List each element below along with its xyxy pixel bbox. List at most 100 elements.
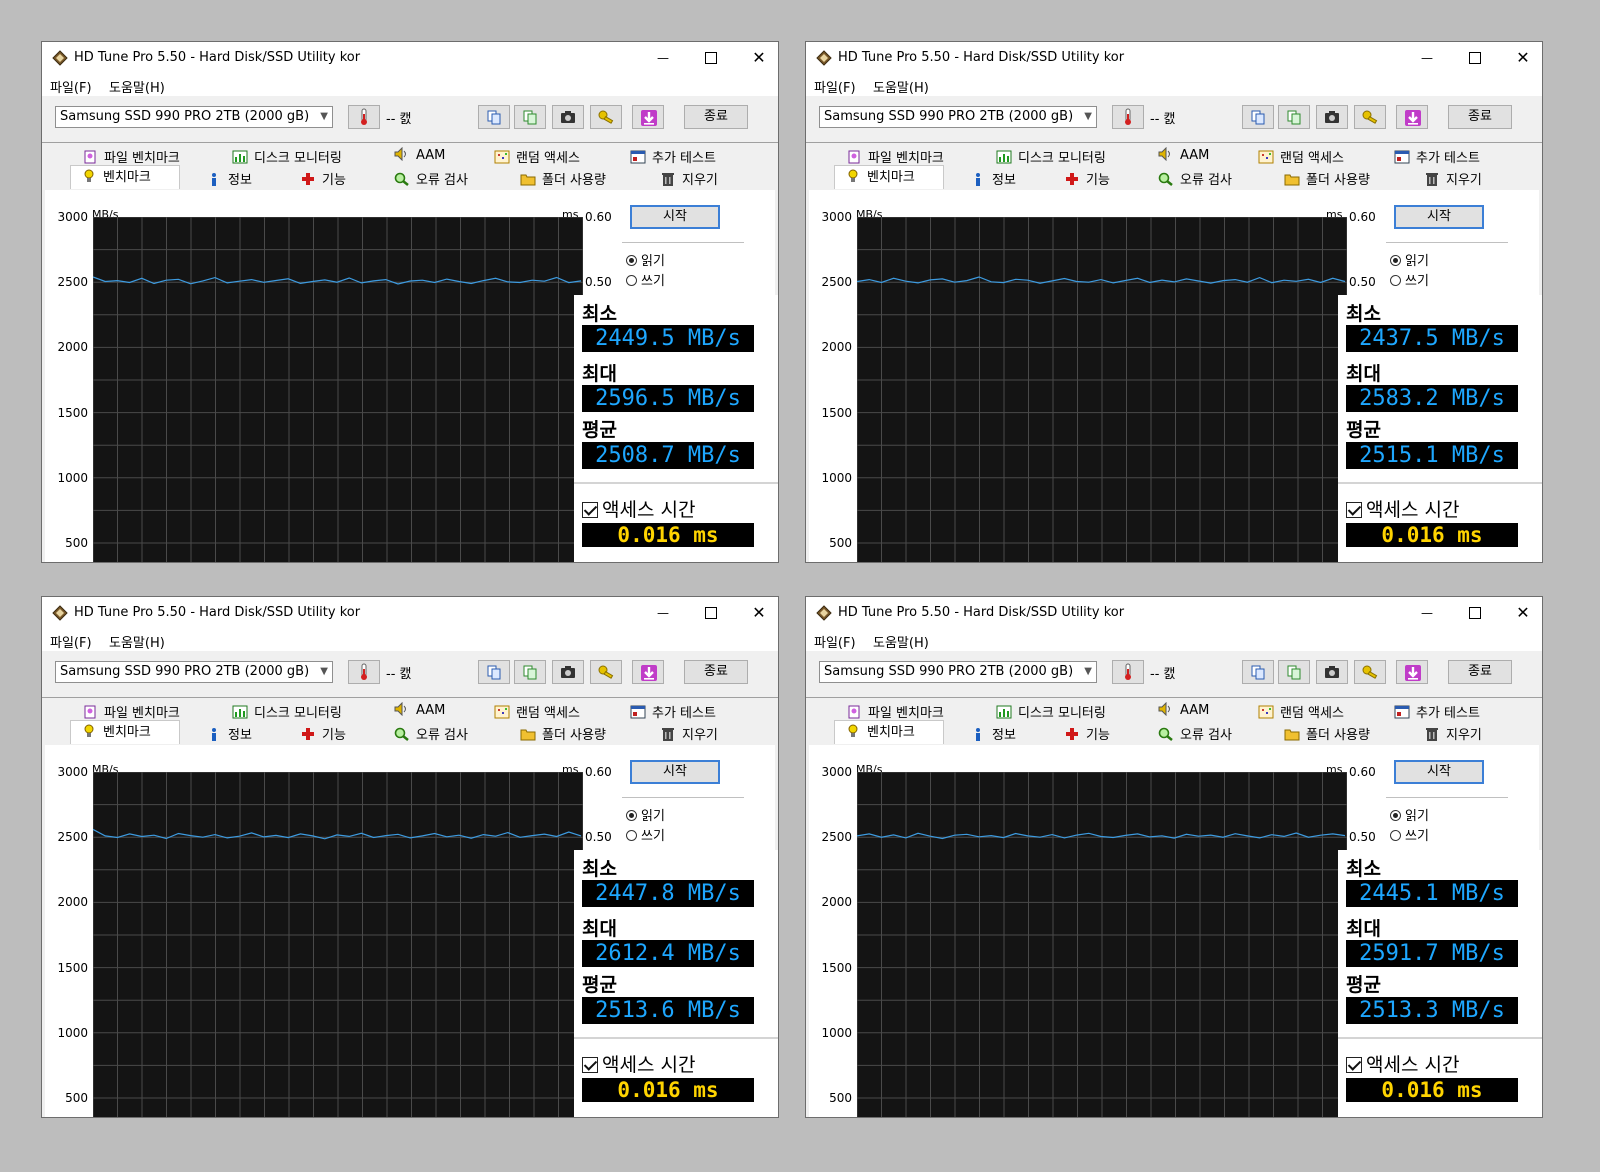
copy-all-button[interactable]	[514, 660, 546, 684]
tab-random-access[interactable]: 랜덤 액세스	[494, 702, 580, 722]
tab-aam[interactable]: AAM	[1158, 146, 1209, 167]
save-button[interactable]	[632, 105, 664, 129]
exit-button[interactable]: 종료	[1448, 105, 1512, 129]
exit-button[interactable]: 종료	[1448, 660, 1512, 684]
tab-folder-usage[interactable]: 폴더 사용량	[520, 724, 606, 744]
tab-aam[interactable]: AAM	[394, 701, 445, 722]
minimize-button[interactable]: —	[1404, 597, 1450, 629]
save-button[interactable]	[1396, 660, 1428, 684]
access-time-checkbox[interactable]: 액세스 시간	[1346, 1050, 1459, 1077]
title-bar[interactable]: HD Tune Pro 5.50 - Hard Disk/SSD Utility…	[42, 597, 778, 629]
tab-extra-tests[interactable]: 추가 테스트	[1394, 147, 1480, 167]
tab-folder-usage[interactable]: 폴더 사용량	[1284, 724, 1370, 744]
temperature-button[interactable]	[1112, 660, 1144, 684]
copy-all-button[interactable]	[514, 105, 546, 129]
options-button[interactable]	[590, 105, 622, 129]
copy-info-button[interactable]	[478, 660, 510, 684]
access-time-checkbox[interactable]: 액세스 시간	[582, 495, 695, 522]
tab-random-access[interactable]: 랜덤 액세스	[1258, 147, 1344, 167]
copy-all-button[interactable]	[1278, 660, 1310, 684]
temperature-button[interactable]	[1112, 105, 1144, 129]
start-button[interactable]: 시작	[1394, 205, 1484, 229]
menu-file[interactable]: 파일(F)	[50, 632, 92, 651]
close-button[interactable]: ✕	[1500, 597, 1542, 629]
maximize-button[interactable]	[688, 597, 734, 629]
screenshot-button[interactable]	[552, 660, 584, 684]
tab-folder-usage[interactable]: 폴더 사용량	[520, 169, 606, 189]
tab-disk-monitor[interactable]: 디스크 모니터링	[996, 702, 1106, 722]
menu-help[interactable]: 도움말(H)	[873, 632, 929, 651]
menu-help[interactable]: 도움말(H)	[873, 77, 929, 96]
minimize-button[interactable]: —	[1404, 42, 1450, 74]
tab-file-benchmark[interactable]: 파일 벤치마크	[846, 702, 944, 722]
options-button[interactable]	[1354, 105, 1386, 129]
close-button[interactable]: ✕	[736, 597, 778, 629]
close-button[interactable]: ✕	[1500, 42, 1542, 74]
access-time-checkbox[interactable]: 액세스 시간	[582, 1050, 695, 1077]
maximize-button[interactable]	[688, 42, 734, 74]
tab-disk-monitor[interactable]: 디스크 모니터링	[232, 147, 342, 167]
drive-select[interactable]: Samsung SSD 990 PRO 2TB (2000 gB) ▼	[819, 661, 1097, 683]
copy-info-button[interactable]	[1242, 660, 1274, 684]
start-button[interactable]: 시작	[630, 205, 720, 229]
screenshot-button[interactable]	[1316, 660, 1348, 684]
tab-info[interactable]: 정보	[206, 169, 252, 189]
write-radio[interactable]: 쓰기	[1390, 825, 1429, 844]
drive-select[interactable]: Samsung SSD 990 PRO 2TB (2000 gB) ▼	[55, 661, 333, 683]
tab-error-scan[interactable]: 오류 검사	[394, 724, 468, 744]
tab-aam[interactable]: AAM	[394, 146, 445, 167]
tab-features[interactable]: 기능	[300, 724, 346, 744]
tab-features[interactable]: 기능	[1064, 169, 1110, 189]
tab-random-access[interactable]: 랜덤 액세스	[494, 147, 580, 167]
tab-error-scan[interactable]: 오류 검사	[1158, 724, 1232, 744]
copy-info-button[interactable]	[478, 105, 510, 129]
menu-file[interactable]: 파일(F)	[814, 632, 856, 651]
minimize-button[interactable]: —	[640, 597, 686, 629]
read-radio[interactable]: 읽기	[626, 805, 665, 824]
tab-file-benchmark[interactable]: 파일 벤치마크	[82, 702, 180, 722]
tab-aam[interactable]: AAM	[1158, 701, 1209, 722]
menu-file[interactable]: 파일(F)	[50, 77, 92, 96]
tab-folder-usage[interactable]: 폴더 사용량	[1284, 169, 1370, 189]
tab-disk-monitor[interactable]: 디스크 모니터링	[232, 702, 342, 722]
tab-features[interactable]: 기능	[300, 169, 346, 189]
menu-help[interactable]: 도움말(H)	[109, 632, 165, 651]
write-radio[interactable]: 쓰기	[626, 270, 665, 289]
menu-file[interactable]: 파일(F)	[814, 77, 856, 96]
tab-random-access[interactable]: 랜덤 액세스	[1258, 702, 1344, 722]
exit-button[interactable]: 종료	[684, 105, 748, 129]
tab-file-benchmark[interactable]: 파일 벤치마크	[846, 147, 944, 167]
title-bar[interactable]: HD Tune Pro 5.50 - Hard Disk/SSD Utility…	[806, 597, 1542, 629]
tab-erase[interactable]: 지우기	[1424, 724, 1482, 744]
tab-benchmark[interactable]: 벤치마크	[70, 165, 180, 189]
copy-info-button[interactable]	[1242, 105, 1274, 129]
access-time-checkbox[interactable]: 액세스 시간	[1346, 495, 1459, 522]
tab-benchmark[interactable]: 벤치마크	[70, 720, 180, 744]
temperature-button[interactable]	[348, 105, 380, 129]
tab-file-benchmark[interactable]: 파일 벤치마크	[82, 147, 180, 167]
options-button[interactable]	[590, 660, 622, 684]
write-radio[interactable]: 쓰기	[1390, 270, 1429, 289]
maximize-button[interactable]	[1452, 42, 1498, 74]
tab-error-scan[interactable]: 오류 검사	[394, 169, 468, 189]
screenshot-button[interactable]	[1316, 105, 1348, 129]
tab-benchmark[interactable]: 벤치마크	[834, 720, 944, 744]
drive-select[interactable]: Samsung SSD 990 PRO 2TB (2000 gB) ▼	[819, 106, 1097, 128]
save-button[interactable]	[632, 660, 664, 684]
tab-features[interactable]: 기능	[1064, 724, 1110, 744]
save-button[interactable]	[1396, 105, 1428, 129]
read-radio[interactable]: 읽기	[1390, 250, 1429, 269]
read-radio[interactable]: 읽기	[1390, 805, 1429, 824]
maximize-button[interactable]	[1452, 597, 1498, 629]
exit-button[interactable]: 종료	[684, 660, 748, 684]
tab-disk-monitor[interactable]: 디스크 모니터링	[996, 147, 1106, 167]
tab-benchmark[interactable]: 벤치마크	[834, 165, 944, 189]
start-button[interactable]: 시작	[1394, 760, 1484, 784]
minimize-button[interactable]: —	[640, 42, 686, 74]
start-button[interactable]: 시작	[630, 760, 720, 784]
tab-error-scan[interactable]: 오류 검사	[1158, 169, 1232, 189]
tab-extra-tests[interactable]: 추가 테스트	[630, 702, 716, 722]
screenshot-button[interactable]	[552, 105, 584, 129]
tab-erase[interactable]: 지우기	[660, 169, 718, 189]
close-button[interactable]: ✕	[736, 42, 778, 74]
